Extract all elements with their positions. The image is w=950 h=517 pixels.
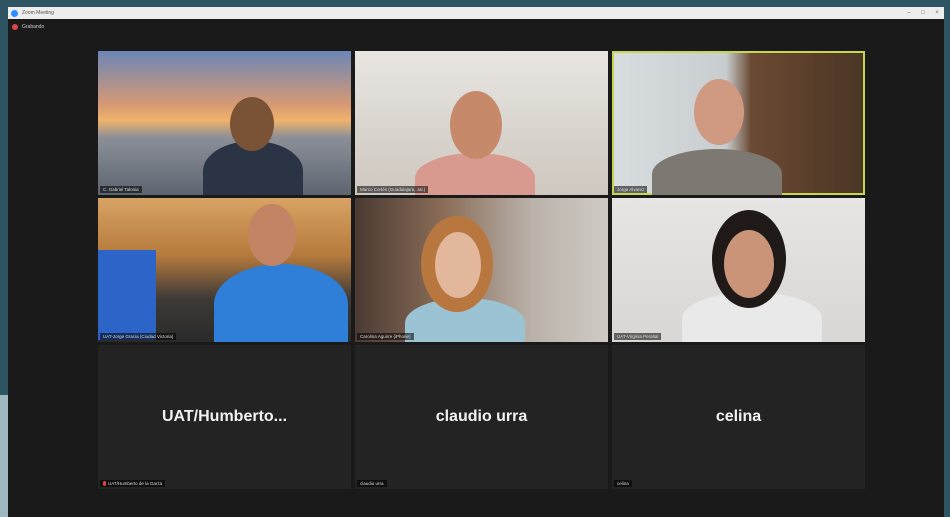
participant-video: [198, 91, 308, 195]
participant-name-tag: Jorge Alvarez: [614, 186, 648, 193]
recording-icon: [12, 24, 18, 30]
participant-tile[interactable]: UAT-Virginia Peraltal: [612, 198, 865, 342]
participant-tile[interactable]: UAT-Jorge Gracia (Ciudad Victoria): [98, 198, 351, 342]
participant-name-tag: Marco Cortés (Guadalajara, Jal.): [357, 186, 429, 193]
participant-name-label: UAT/Humberto de la Garza: [108, 480, 163, 486]
participant-display-name: celina: [715, 408, 762, 425]
window-title: Zoom Meeting: [22, 10, 54, 16]
desktop-edge-right: [944, 0, 950, 517]
maximize-icon[interactable]: □: [916, 7, 930, 19]
participant-tile[interactable]: Carolina Aguirre (iPhone): [355, 198, 608, 342]
minimize-icon[interactable]: –: [902, 7, 916, 19]
participant-video: [682, 208, 822, 342]
title-bar: Zoom Meeting – □ ×: [8, 7, 944, 19]
recording-label[interactable]: Grabando: [22, 24, 44, 30]
participant-name-tag: Carolina Aguirre (iPhone): [357, 333, 414, 340]
participant-name-tag: UAT-Jorge Gracia (Ciudad Victoria): [100, 333, 177, 340]
monitor-image: [98, 250, 156, 340]
participant-name-tag: C. Gabriel Talonia: [100, 186, 142, 193]
participant-name-tag: celina: [614, 480, 632, 487]
participant-tile-video-off[interactable]: UAT/Humberto... UAT/Humberto de la Garza: [98, 345, 351, 489]
zoom-app-icon: [11, 9, 18, 17]
participant-display-name: UAT/Humberto...: [161, 408, 288, 425]
muted-mic-icon: [103, 481, 106, 486]
gallery-grid: C. Gabriel Talonia Marco Cortés (Guadala…: [98, 51, 865, 491]
participant-name-tag: claudio urra: [357, 480, 387, 487]
participant-tile-video-off[interactable]: celina celina: [612, 345, 865, 489]
desktop-edge-left: [0, 0, 8, 517]
participant-name-tag: UAT/Humberto de la Garza: [100, 479, 166, 487]
participant-tile[interactable]: C. Gabriel Talonia: [98, 51, 351, 195]
participant-tile[interactable]: Marco Cortés (Guadalajara, Jal.): [355, 51, 608, 195]
participant-tile-active-speaker[interactable]: Jorge Alvarez: [612, 51, 865, 195]
meeting-topbar: Grabando: [8, 19, 944, 35]
participant-display-name: claudio urra: [435, 408, 528, 425]
participant-video: [415, 91, 535, 195]
close-icon[interactable]: ×: [930, 7, 944, 19]
participant-tile-video-off[interactable]: claudio urra claudio urra: [355, 345, 608, 489]
participant-video: [208, 204, 348, 342]
participant-video: [652, 79, 782, 195]
participant-video: [395, 208, 535, 342]
participant-name-tag: UAT-Virginia Peraltal: [614, 333, 662, 340]
meeting-window: Zoom Meeting – □ × Grabando C. Gabriel T…: [8, 7, 944, 517]
